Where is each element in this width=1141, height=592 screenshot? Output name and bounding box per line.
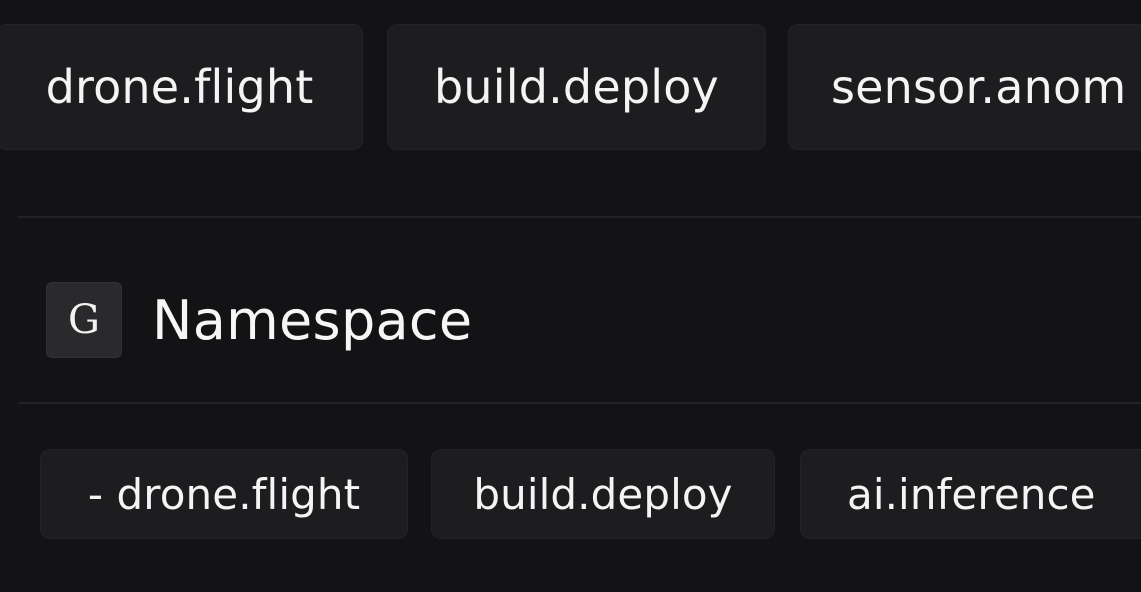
tag-chip-drone-flight[interactable]: drone.flight: [0, 24, 363, 150]
namespace-chip-ai-inference[interactable]: ai.inference: [800, 449, 1141, 539]
tag-chip-sensor-anomaly[interactable]: sensor.anom: [788, 24, 1141, 150]
divider: [18, 216, 1141, 218]
namespace-header: G Namespace: [46, 282, 472, 358]
namespace-chip-drone-flight[interactable]: - drone.flight: [40, 449, 408, 539]
divider: [18, 402, 1141, 404]
tag-chip-build-deploy[interactable]: build.deploy: [387, 24, 766, 150]
namespace-icon: G: [46, 282, 122, 358]
section-title: Namespace: [152, 288, 473, 352]
namespace-chip-build-deploy[interactable]: build.deploy: [431, 449, 775, 539]
